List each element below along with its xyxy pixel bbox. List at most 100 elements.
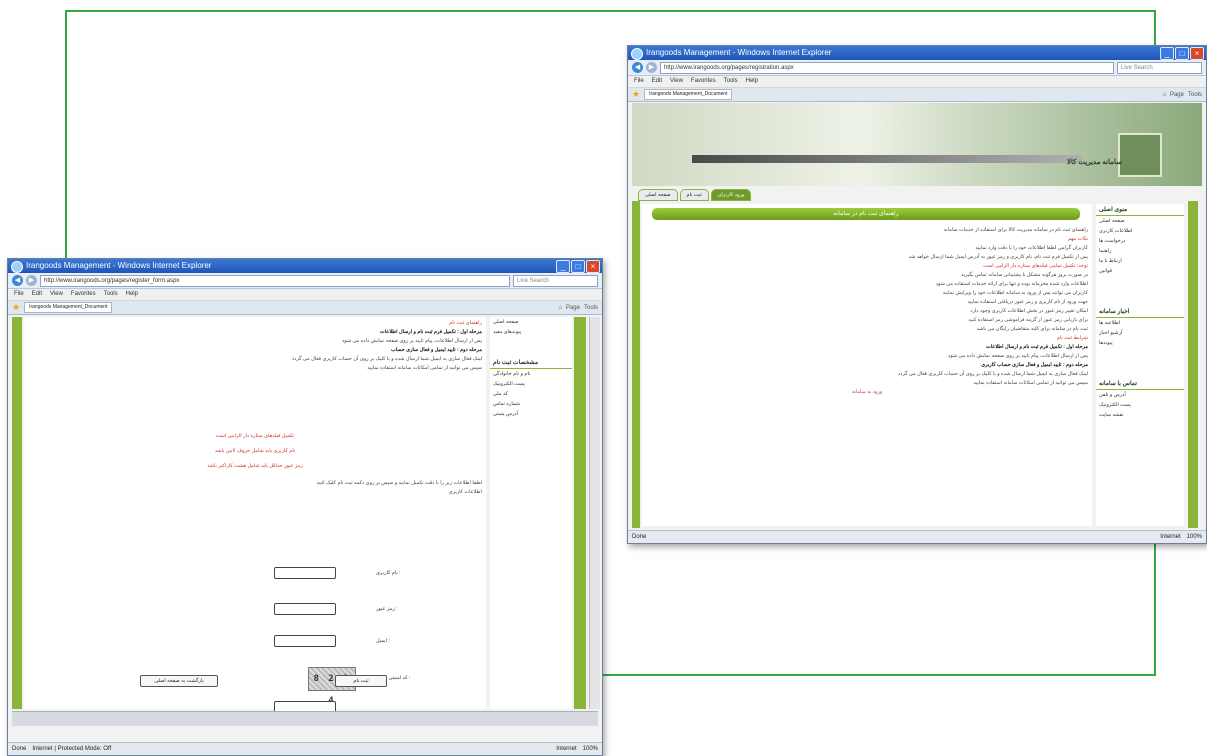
search-input[interactable]: Live Search <box>1117 61 1202 74</box>
back-arrow-icon[interactable]: ◀ <box>12 275 23 286</box>
text-line: نام کاربری باید شامل حروف لاتین باشد <box>214 448 296 454</box>
sidebar-heading: منوی اصلی <box>1096 204 1184 216</box>
sidebar-item[interactable]: ارتباط با ما <box>1096 256 1184 266</box>
forward-arrow-icon[interactable]: ▶ <box>646 62 657 73</box>
minimize-button[interactable]: _ <box>1160 47 1174 60</box>
text-line: کاربران گرامی لطفا اطلاعات خود را با دقت… <box>975 245 1088 251</box>
home-icon[interactable]: ⌂ <box>1162 92 1166 98</box>
text-line: برای بازیابی رمز عبور از گزینه فراموشی ر… <box>968 317 1088 323</box>
sidebar-item[interactable]: آرشیو اخبار <box>1096 328 1184 338</box>
sidebar-item[interactable]: راهنما <box>1096 246 1184 256</box>
text-line: اطلاعات وارد شده محرمانه بوده و تنها برا… <box>935 281 1088 287</box>
browser-tab[interactable]: Irangoods Management_Document <box>24 302 113 313</box>
page-footer-bar <box>12 711 598 726</box>
sidebar-item[interactable]: کد ملی <box>490 389 572 399</box>
maximize-button[interactable]: □ <box>1175 47 1189 60</box>
menu-view[interactable]: View <box>670 76 683 87</box>
search-input[interactable]: Live Search <box>513 274 598 287</box>
text-line: مرحله اول : تکمیل فرم ثبت نام و ارسال اط… <box>379 329 482 335</box>
text-line: لطفا اطلاعات زیر را با دقت تکمیل نمایید … <box>316 480 482 486</box>
banner-title: سامانه مدیریت کالا <box>1067 159 1122 166</box>
ie-icon <box>631 48 643 60</box>
page-menu[interactable]: Page <box>566 305 580 311</box>
sidebar-item[interactable]: صفحه اصلی <box>490 317 572 327</box>
address-bar[interactable]: http://www.irangoods.org/pages/register_… <box>40 274 510 287</box>
sidebar-item[interactable]: درخواست ها <box>1096 236 1184 246</box>
text-line: اطلاعات کاربری <box>448 489 482 495</box>
text-line: در صورت بروز هرگونه مشکل با پشتیبانی سام… <box>961 272 1088 278</box>
tools-menu[interactable]: Tools <box>1188 92 1202 98</box>
submit-button[interactable]: ثبت نام <box>335 675 387 687</box>
sidebar-item[interactable]: پست الکترونیک <box>490 379 572 389</box>
text-line: پس از ارسال اطلاعات، پیام تایید بر روی ص… <box>948 353 1088 359</box>
sidebar-item[interactable]: آدرس پستی <box>490 409 572 419</box>
cancel-button[interactable]: بازگشت به صفحه اصلی <box>140 675 218 687</box>
favorites-star-icon[interactable]: ★ <box>632 90 640 99</box>
maximize-button[interactable]: □ <box>571 260 585 273</box>
sidebar-item[interactable]: پیوندهای مفید <box>490 327 572 337</box>
text-line: کاربران می توانند پس از ورود به سامانه ا… <box>942 290 1088 296</box>
frame-line-top <box>65 10 1156 12</box>
menu-edit[interactable]: Edit <box>652 76 662 87</box>
address-bar[interactable]: http://www.irangoods.org/pages/registrat… <box>660 61 1114 74</box>
home-icon[interactable]: ⌂ <box>558 305 562 311</box>
back-main-content: راهنمای ثبت نام در سامانه راهنمای ثبت نا… <box>642 204 1092 526</box>
sidebar-item[interactable]: شماره تماس <box>490 399 572 409</box>
menu-file[interactable]: File <box>14 289 24 300</box>
zoom-level[interactable]: 100% <box>1187 531 1202 543</box>
ie-icon <box>11 261 23 273</box>
sidebar-item[interactable]: اطلاعیه ها <box>1096 318 1184 328</box>
text-line: پس از تکمیل فرم ثبت نام، نام کاربری و رم… <box>908 254 1088 260</box>
scrollbar[interactable] <box>589 317 600 709</box>
menu-help[interactable]: Help <box>746 76 758 87</box>
browser-tab[interactable]: Irangoods Management_Document <box>644 89 733 100</box>
front-sidebar: صفحه اصلی پیوندهای مفید مشخصات ثبت نام ن… <box>490 317 572 709</box>
nav-tab-register[interactable]: ثبت نام <box>679 189 709 201</box>
text-line: تکمیل فیلدهای ستاره دار الزامی است <box>215 433 295 439</box>
minimize-button[interactable]: _ <box>556 260 570 273</box>
menu-tools[interactable]: Tools <box>104 289 118 300</box>
form-row-username: نام کاربری : <box>274 567 401 579</box>
email-field[interactable] <box>274 635 336 647</box>
back-arrow-icon[interactable]: ◀ <box>632 62 643 73</box>
nav-tab-home[interactable]: صفحه اصلی <box>638 189 678 201</box>
sidebar-item[interactable]: اطلاعات کاربری <box>1096 226 1184 236</box>
sidebar-item[interactable]: نقشه سایت <box>1096 410 1184 420</box>
sidebar-item[interactable]: آدرس و تلفن <box>1096 390 1184 400</box>
password-field[interactable] <box>274 603 336 615</box>
menu-view[interactable]: View <box>50 289 63 300</box>
status-bar: Done Internet | Protected Mode: Off Inte… <box>8 742 602 755</box>
close-button[interactable]: × <box>586 260 600 273</box>
page-menu[interactable]: Page <box>1170 92 1184 98</box>
text-line: لینک فعال سازی به ایمیل شما ارسال شده و … <box>291 356 482 362</box>
frame-line-bottom <box>600 674 1156 676</box>
sidebar-item[interactable]: پیوندها <box>1096 338 1184 348</box>
sidebar-heading: تماس با سامانه <box>1096 378 1184 390</box>
forward-arrow-icon[interactable]: ▶ <box>26 275 37 286</box>
sidebar-item[interactable]: نام و نام خانوادگی <box>490 369 572 379</box>
sidebar-item[interactable]: پست الکترونیک <box>1096 400 1184 410</box>
frame-line-left <box>65 10 67 260</box>
zoom-level[interactable]: 100% <box>583 743 598 755</box>
tools-menu[interactable]: Tools <box>584 305 598 311</box>
status-text: Done <box>12 746 27 752</box>
menu-file[interactable]: File <box>634 76 644 87</box>
nav-tab-login[interactable]: ورود کاربران <box>710 189 752 201</box>
menu-help[interactable]: Help <box>126 289 138 300</box>
sidebar-item[interactable]: قوانین <box>1096 266 1184 276</box>
favorites-star-icon[interactable]: ★ <box>12 303 20 312</box>
sidebar-heading: مشخصات ثبت نام <box>490 357 572 369</box>
text-line: نکات مهم <box>1067 236 1088 242</box>
email-label: ایمیل : <box>376 638 390 644</box>
menu-edit[interactable]: Edit <box>32 289 42 300</box>
form-row-email: ایمیل : <box>274 635 390 647</box>
front-title-bar: Irangoods Management - Windows Internet … <box>8 259 602 273</box>
menu-favorites[interactable]: Favorites <box>71 289 96 300</box>
text-line: راهنمای ثبت نام <box>449 320 482 326</box>
menu-tools[interactable]: Tools <box>724 76 738 87</box>
back-title-bar: Irangoods Management - Windows Internet … <box>628 46 1206 60</box>
username-field[interactable] <box>274 567 336 579</box>
menu-favorites[interactable]: Favorites <box>691 76 716 87</box>
close-button[interactable]: × <box>1190 47 1204 60</box>
sidebar-item[interactable]: صفحه اصلی <box>1096 216 1184 226</box>
